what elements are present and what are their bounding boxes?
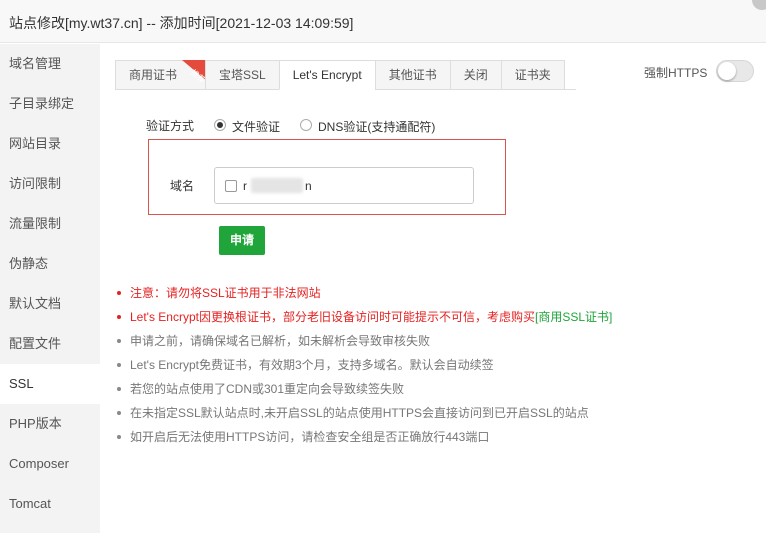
- domain-name-end: n: [305, 179, 312, 193]
- tab-label: 证书夹: [514, 68, 551, 82]
- force-https-toggle[interactable]: [716, 60, 754, 82]
- list-item: 如开启后无法使用HTTPS访问，请检查安全组是否正确放行443端口: [115, 426, 612, 450]
- list-item: 在未指定SSL默认站点时,未开启SSL的站点使用HTTPS会直接访问到已开启SS…: [115, 402, 612, 426]
- domain-checkbox[interactable]: [225, 180, 237, 192]
- tab-label: 宝塔SSL: [219, 68, 266, 82]
- ssl-tabs: 商用证书 推荐 宝塔SSL Let's Encrypt 其他证书 关闭 证书夹: [115, 60, 565, 90]
- sidebar-item-site-directory[interactable]: 网站目录: [0, 124, 100, 164]
- sidebar-item-composer[interactable]: Composer: [0, 444, 100, 484]
- toggle-knob: [718, 62, 736, 80]
- list-item: 注意：请勿将SSL证书用于非法网站: [115, 282, 612, 306]
- sidebar-item-access-restriction[interactable]: 访问限制: [0, 164, 100, 204]
- tab-commercial-cert[interactable]: 商用证书 推荐: [115, 60, 207, 90]
- sidebar-item-tomcat[interactable]: Tomcat: [0, 484, 100, 524]
- recommend-badge: 推荐: [180, 60, 207, 82]
- list-item: 申请之前，请确保域名已解析，如未解析会导致审核失败: [115, 330, 612, 354]
- list-item: Let's Encrypt免费证书，有效期3个月，支持多域名。默认会自动续签: [115, 354, 612, 378]
- tab-label: 商用证书: [129, 68, 178, 82]
- domain-label: 域名: [170, 179, 195, 193]
- close-icon[interactable]: [752, 0, 766, 10]
- tab-label: Let's Encrypt: [292, 68, 362, 82]
- notes-list: 注意：请勿将SSL证书用于非法网站 Let's Encrypt因更换根证书，部分…: [115, 282, 612, 450]
- list-item: 若您的站点使用了CDN或301重定向会导致续签失败: [115, 378, 612, 402]
- tab-close[interactable]: 关闭: [449, 60, 501, 90]
- dialog-title: 站点修改[my.wt37.cn] -- 添加时间[2021-12-03 14:0…: [9, 15, 354, 31]
- sidebar-item-subdirectory-binding[interactable]: 子目录绑定: [0, 84, 100, 124]
- redacted-domain: [251, 178, 303, 193]
- list-item: Let's Encrypt因更换根证书，部分老旧设备访问时可能提示不可信，考虑购…: [115, 306, 612, 330]
- tab-label: 其他证书: [388, 68, 437, 82]
- verify-method-label: 验证方式: [146, 119, 195, 133]
- dns-verify-radio[interactable]: [300, 119, 312, 131]
- dialog-titlebar: 站点修改[my.wt37.cn] -- 添加时间[2021-12-03 14:0…: [0, 0, 766, 43]
- tab-cert-folder[interactable]: 证书夹: [500, 60, 565, 90]
- sidebar-item-domain-management[interactable]: 域名管理: [0, 44, 100, 84]
- apply-button[interactable]: 申请: [219, 226, 265, 255]
- force-https-label: 强制HTTPS: [644, 66, 708, 80]
- tab-baota-ssl[interactable]: 宝塔SSL: [205, 60, 279, 90]
- sidebar-item-rewrite[interactable]: 伪静态: [0, 244, 100, 284]
- tab-other-cert[interactable]: 其他证书: [374, 60, 450, 90]
- file-verify-radio[interactable]: [214, 119, 226, 131]
- dns-verify-label: DNS验证(支持通配符): [318, 120, 436, 134]
- domain-list: r n: [214, 167, 474, 204]
- sidebar-item-config-file[interactable]: 配置文件: [0, 324, 100, 364]
- sidebar-item-ssl[interactable]: SSL: [0, 364, 100, 404]
- sidebar-item-php-version[interactable]: PHP版本: [0, 404, 100, 444]
- tab-lets-encrypt[interactable]: Let's Encrypt: [278, 60, 375, 90]
- sidebar-item-traffic-limit[interactable]: 流量限制: [0, 204, 100, 244]
- buy-commercial-ssl-link[interactable]: [商用SSL证书]: [535, 310, 612, 324]
- domain-name-start: r: [243, 179, 247, 193]
- settings-sidebar: 域名管理 子目录绑定 网站目录 访问限制 流量限制 伪静态 默认文档 配置文件 …: [0, 44, 100, 533]
- sidebar-item-default-document[interactable]: 默认文档: [0, 284, 100, 324]
- tab-label: 关闭: [463, 68, 488, 82]
- file-verify-label: 文件验证: [232, 120, 281, 134]
